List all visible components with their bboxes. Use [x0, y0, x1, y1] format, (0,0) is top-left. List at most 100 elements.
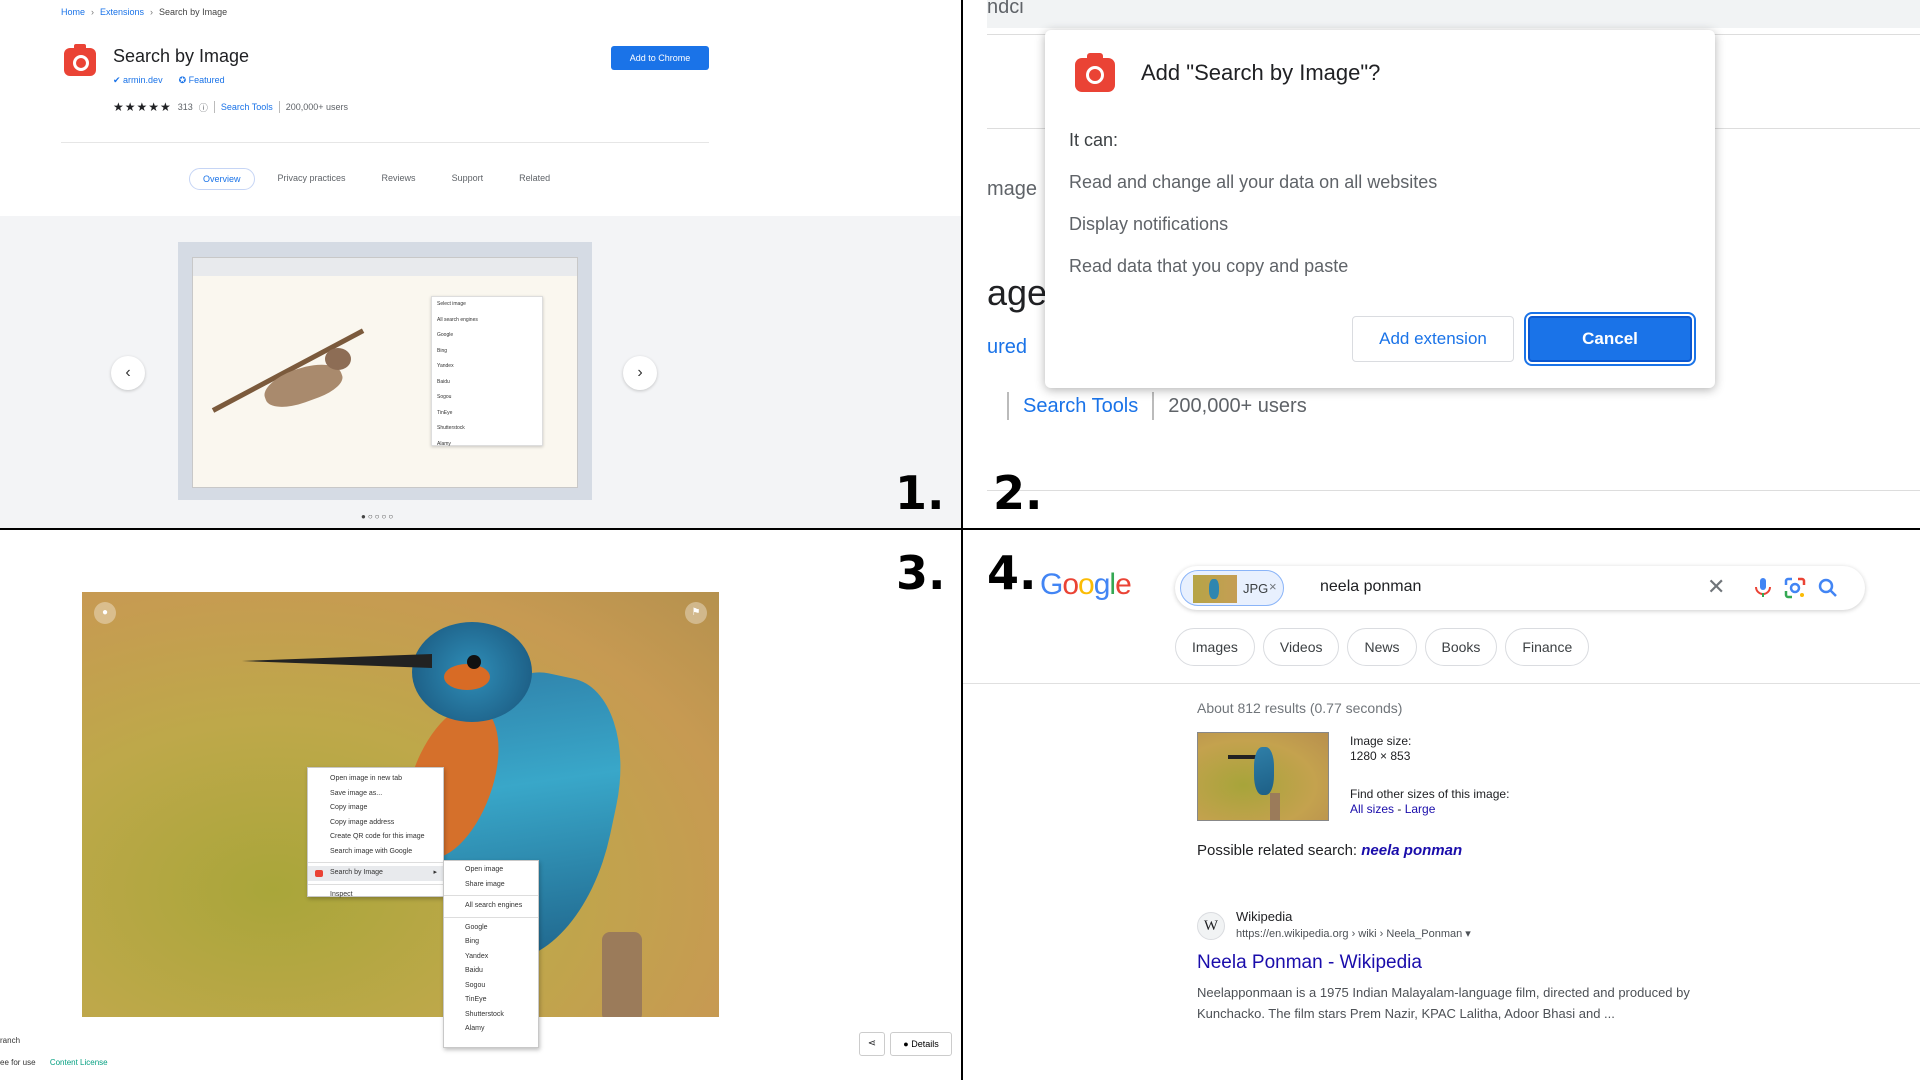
profile-icon[interactable]: ●: [94, 602, 116, 624]
cancel-button[interactable]: Cancel: [1524, 312, 1696, 366]
result-stats: About 812 results (0.77 seconds): [1197, 700, 1403, 716]
bird-eye-illustration: [467, 655, 481, 669]
filter-books[interactable]: Books: [1424, 628, 1498, 666]
divider: [963, 683, 1920, 684]
submenu-engine[interactable]: Google: [444, 921, 538, 936]
extension-title: Search by Image: [113, 46, 250, 66]
divider: [1007, 392, 1009, 420]
popup-menu-item: Yandex: [437, 363, 454, 369]
submenu-item[interactable]: Open image: [444, 863, 538, 878]
image-size-label: Image size:: [1350, 734, 1412, 748]
carousel-dots[interactable]: ●○○○○: [361, 512, 395, 521]
panel-context-menu: 3. ● ⚑ Open image in new tab Save image …: [0, 530, 961, 1080]
content-license-link[interactable]: Content License: [50, 1058, 108, 1067]
submenu-engine[interactable]: Alamy: [444, 1022, 538, 1037]
step-number: 4.: [987, 546, 1037, 600]
tab-reviews[interactable]: Reviews: [369, 168, 429, 190]
dialog-title: Add "Search by Image"?: [1141, 60, 1381, 85]
search-icon[interactable]: [1816, 576, 1840, 600]
result-site-name[interactable]: Wikipedia: [1236, 909, 1292, 924]
developer-link[interactable]: ✔ armin.dev: [113, 75, 163, 86]
context-menu-search-by-image[interactable]: Search by Image ▸: [308, 866, 443, 881]
info-icon[interactable]: ⓘ: [199, 101, 208, 114]
clear-icon[interactable]: ✕: [1707, 574, 1725, 600]
info-icon: ●: [903, 1039, 909, 1049]
add-extension-button[interactable]: Add extension: [1352, 316, 1514, 362]
chevron-right-icon[interactable]: ›: [623, 356, 657, 390]
caret-down-icon[interactable]: ▾: [1465, 928, 1471, 940]
filter-videos[interactable]: Videos: [1262, 628, 1340, 666]
google-logo[interactable]: Google: [1040, 568, 1132, 602]
image-chip[interactable]: JPG ×: [1180, 570, 1284, 606]
popup-menu-item: Sogou: [437, 394, 452, 400]
search-query[interactable]: neela ponman: [1320, 578, 1421, 596]
wikipedia-icon: W: [1197, 912, 1225, 940]
other-sizes-block: Find other sizes of this image: All size…: [1350, 787, 1510, 816]
step-number: 1.: [895, 466, 945, 520]
submenu-engine[interactable]: TinEye: [444, 993, 538, 1008]
all-sizes-link[interactable]: All sizes: [1350, 802, 1394, 816]
submenu-engine[interactable]: Baidu: [444, 964, 538, 979]
large-link[interactable]: Large: [1405, 802, 1436, 816]
chevron-left-icon[interactable]: ‹: [111, 356, 145, 390]
submenu-item[interactable]: Share image: [444, 878, 538, 893]
context-menu-item[interactable]: Open image in new tab: [308, 772, 443, 787]
stump-illustration: [602, 932, 642, 1017]
popup-menu-item: Baidu: [437, 378, 450, 385]
cropped-text: ee for use: [0, 1058, 36, 1067]
filter-images[interactable]: Images: [1175, 628, 1255, 666]
submenu-engine[interactable]: Yandex: [444, 950, 538, 965]
result-url[interactable]: https://en.wikipedia.org › wiki › Neela_…: [1236, 928, 1462, 940]
popup-menu-item: Alamy: [437, 440, 451, 447]
chevron-right-icon: ▸: [433, 869, 437, 876]
permission-item: Read data that you copy and paste: [1069, 256, 1349, 276]
rating-count: 313: [177, 102, 193, 112]
context-menu-item[interactable]: Inspect: [308, 888, 443, 903]
filter-news[interactable]: News: [1347, 628, 1417, 666]
filter-chips: Images Videos News Books Finance: [1175, 628, 1590, 666]
submenu-engine[interactable]: Sogou: [444, 979, 538, 994]
share-icon[interactable]: ⋖: [859, 1032, 885, 1056]
divider: [61, 142, 709, 143]
lens-icon[interactable]: [1783, 576, 1807, 600]
context-menu-item[interactable]: Copy image address: [308, 816, 443, 831]
result-url-row: https://en.wikipedia.org › wiki › Neela_…: [1236, 927, 1471, 940]
divider: [213, 101, 215, 113]
tab-overview[interactable]: Overview: [189, 168, 255, 190]
camera-icon: [315, 870, 323, 877]
microphone-icon[interactable]: [1751, 576, 1775, 600]
context-menu-item[interactable]: Create QR code for this image: [308, 830, 443, 845]
submenu-item[interactable]: All search engines: [444, 899, 538, 914]
submenu-engine[interactable]: Bing: [444, 935, 538, 950]
add-to-chrome-button[interactable]: Add to Chrome: [611, 46, 709, 70]
submenu-engine[interactable]: Shutterstock: [444, 1008, 538, 1023]
breadcrumb-home[interactable]: Home: [61, 7, 85, 17]
close-icon[interactable]: ×: [1269, 579, 1277, 594]
tab-related[interactable]: Related: [506, 168, 563, 190]
context-menu-item[interactable]: Save image as...: [308, 787, 443, 802]
tab-support[interactable]: Support: [439, 168, 497, 190]
image-size-block: Image size: 1280 × 853: [1350, 734, 1411, 764]
details-label: Details: [911, 1039, 939, 1049]
panel-google-results: 4. Google JPG × neela ponman ✕ Images Vi…: [963, 530, 1920, 1080]
extension-stats: ★★★★★ 313 ⓘ Search Tools 200,000+ users: [113, 100, 348, 114]
tab-bar: Overview Privacy practices Reviews Suppo…: [189, 168, 573, 190]
image-thumbnail: [1193, 575, 1237, 603]
category-link[interactable]: Search Tools: [1023, 395, 1138, 418]
chip-label: JPG: [1243, 581, 1269, 596]
details-button[interactable]: ● Details: [890, 1032, 952, 1056]
tab-privacy[interactable]: Privacy practices: [265, 168, 359, 190]
related-query-link[interactable]: neela ponman: [1361, 842, 1462, 859]
flag-icon[interactable]: ⚑: [685, 602, 707, 624]
context-menu-item[interactable]: Copy image: [308, 801, 443, 816]
filter-finance[interactable]: Finance: [1505, 628, 1590, 666]
search-box[interactable]: JPG × neela ponman ✕: [1175, 566, 1865, 610]
license-row: ee for use Content License: [0, 1058, 108, 1067]
divider: [1152, 392, 1155, 420]
context-menu-item[interactable]: Search image with Google: [308, 845, 443, 860]
breadcrumb-extensions[interactable]: Extensions: [100, 7, 144, 17]
category-link[interactable]: Search Tools: [221, 102, 273, 112]
search-by-image-submenu: Open image Share image All search engine…: [443, 860, 539, 1048]
result-image[interactable]: [1197, 732, 1329, 821]
result-title-link[interactable]: Neela Ponman - Wikipedia: [1197, 952, 1422, 974]
